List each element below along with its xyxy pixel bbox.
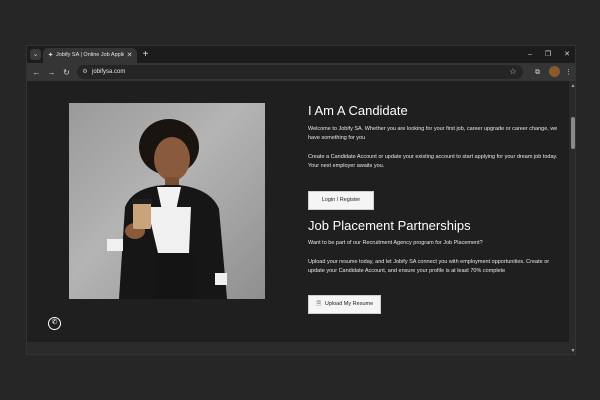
document-icon: 🗎 — [316, 301, 322, 307]
upload-resume-button[interactable]: 🗎 Upload My Resume — [308, 295, 381, 314]
placement-details-text: Upload your resume today, and let Jobify… — [308, 259, 550, 274]
tab-bar: ⌄ ✦ Jobify SA | Online Job Applica ✕ + –… — [27, 46, 575, 63]
tab-title: Jobify SA | Online Job Applica — [56, 52, 124, 58]
extensions-icon[interactable]: ⧉ — [532, 67, 543, 78]
candidate-account-text: Create a Candidate Account or update you… — [308, 154, 558, 169]
browser-menu-icon[interactable]: ⋮ — [563, 67, 574, 78]
profile-avatar[interactable] — [549, 66, 560, 77]
scroll-thumb[interactable] — [571, 117, 575, 149]
new-tab-button[interactable]: + — [140, 49, 151, 60]
favicon-icon: ✦ — [47, 52, 54, 59]
window-close-icon[interactable]: ✕ — [560, 49, 574, 60]
active-tab[interactable]: ✦ Jobify SA | Online Job Applica ✕ — [43, 48, 137, 63]
placement-intro-text: Want to be part of our Recruitment Agenc… — [308, 240, 483, 246]
candidate-photo — [69, 103, 265, 299]
login-register-button[interactable]: Login / Register — [308, 191, 374, 210]
tab-search-icon[interactable]: ⌄ — [30, 49, 41, 60]
restore-icon[interactable]: ❐ — [541, 49, 555, 60]
bookmark-star-icon[interactable]: ☆ — [508, 67, 518, 77]
browser-toolbar: ← → ↻ ⚙ jobifysa.com ☆ ⧉ ⋮ — [27, 63, 575, 81]
candidate-heading: I Am A Candidate — [308, 103, 408, 118]
whatsapp-icon[interactable]: ✆ — [48, 317, 61, 330]
forward-arrow-icon[interactable]: → — [46, 67, 57, 78]
placement-heading: Job Placement Partnerships — [308, 218, 471, 233]
url-text[interactable]: jobifysa.com — [92, 67, 125, 77]
upload-resume-label: Upload My Resume — [324, 301, 374, 307]
page-footer-strip — [27, 342, 569, 354]
scroll-up-arrow-icon[interactable]: ▲ — [570, 83, 575, 89]
minimize-icon[interactable]: – — [523, 49, 537, 60]
scroll-down-arrow-icon[interactable]: ▼ — [570, 348, 575, 354]
vertical-scrollbar[interactable]: ▲ ▼ — [569, 81, 575, 354]
site-info-icon[interactable]: ⚙ — [81, 68, 89, 76]
address-bar[interactable]: ⚙ jobifysa.com — [77, 65, 523, 79]
browser-window: ⌄ ✦ Jobify SA | Online Job Applica ✕ + –… — [26, 45, 576, 355]
tab-close-icon[interactable]: ✕ — [125, 51, 134, 60]
candidate-intro-text: Welcome to Jobify SA. Whether you are lo… — [308, 126, 558, 141]
back-arrow-icon[interactable]: ← — [31, 67, 42, 78]
page-content: I Am A Candidate Welcome to Jobify SA. W… — [27, 81, 569, 354]
reload-icon[interactable]: ↻ — [61, 67, 72, 78]
